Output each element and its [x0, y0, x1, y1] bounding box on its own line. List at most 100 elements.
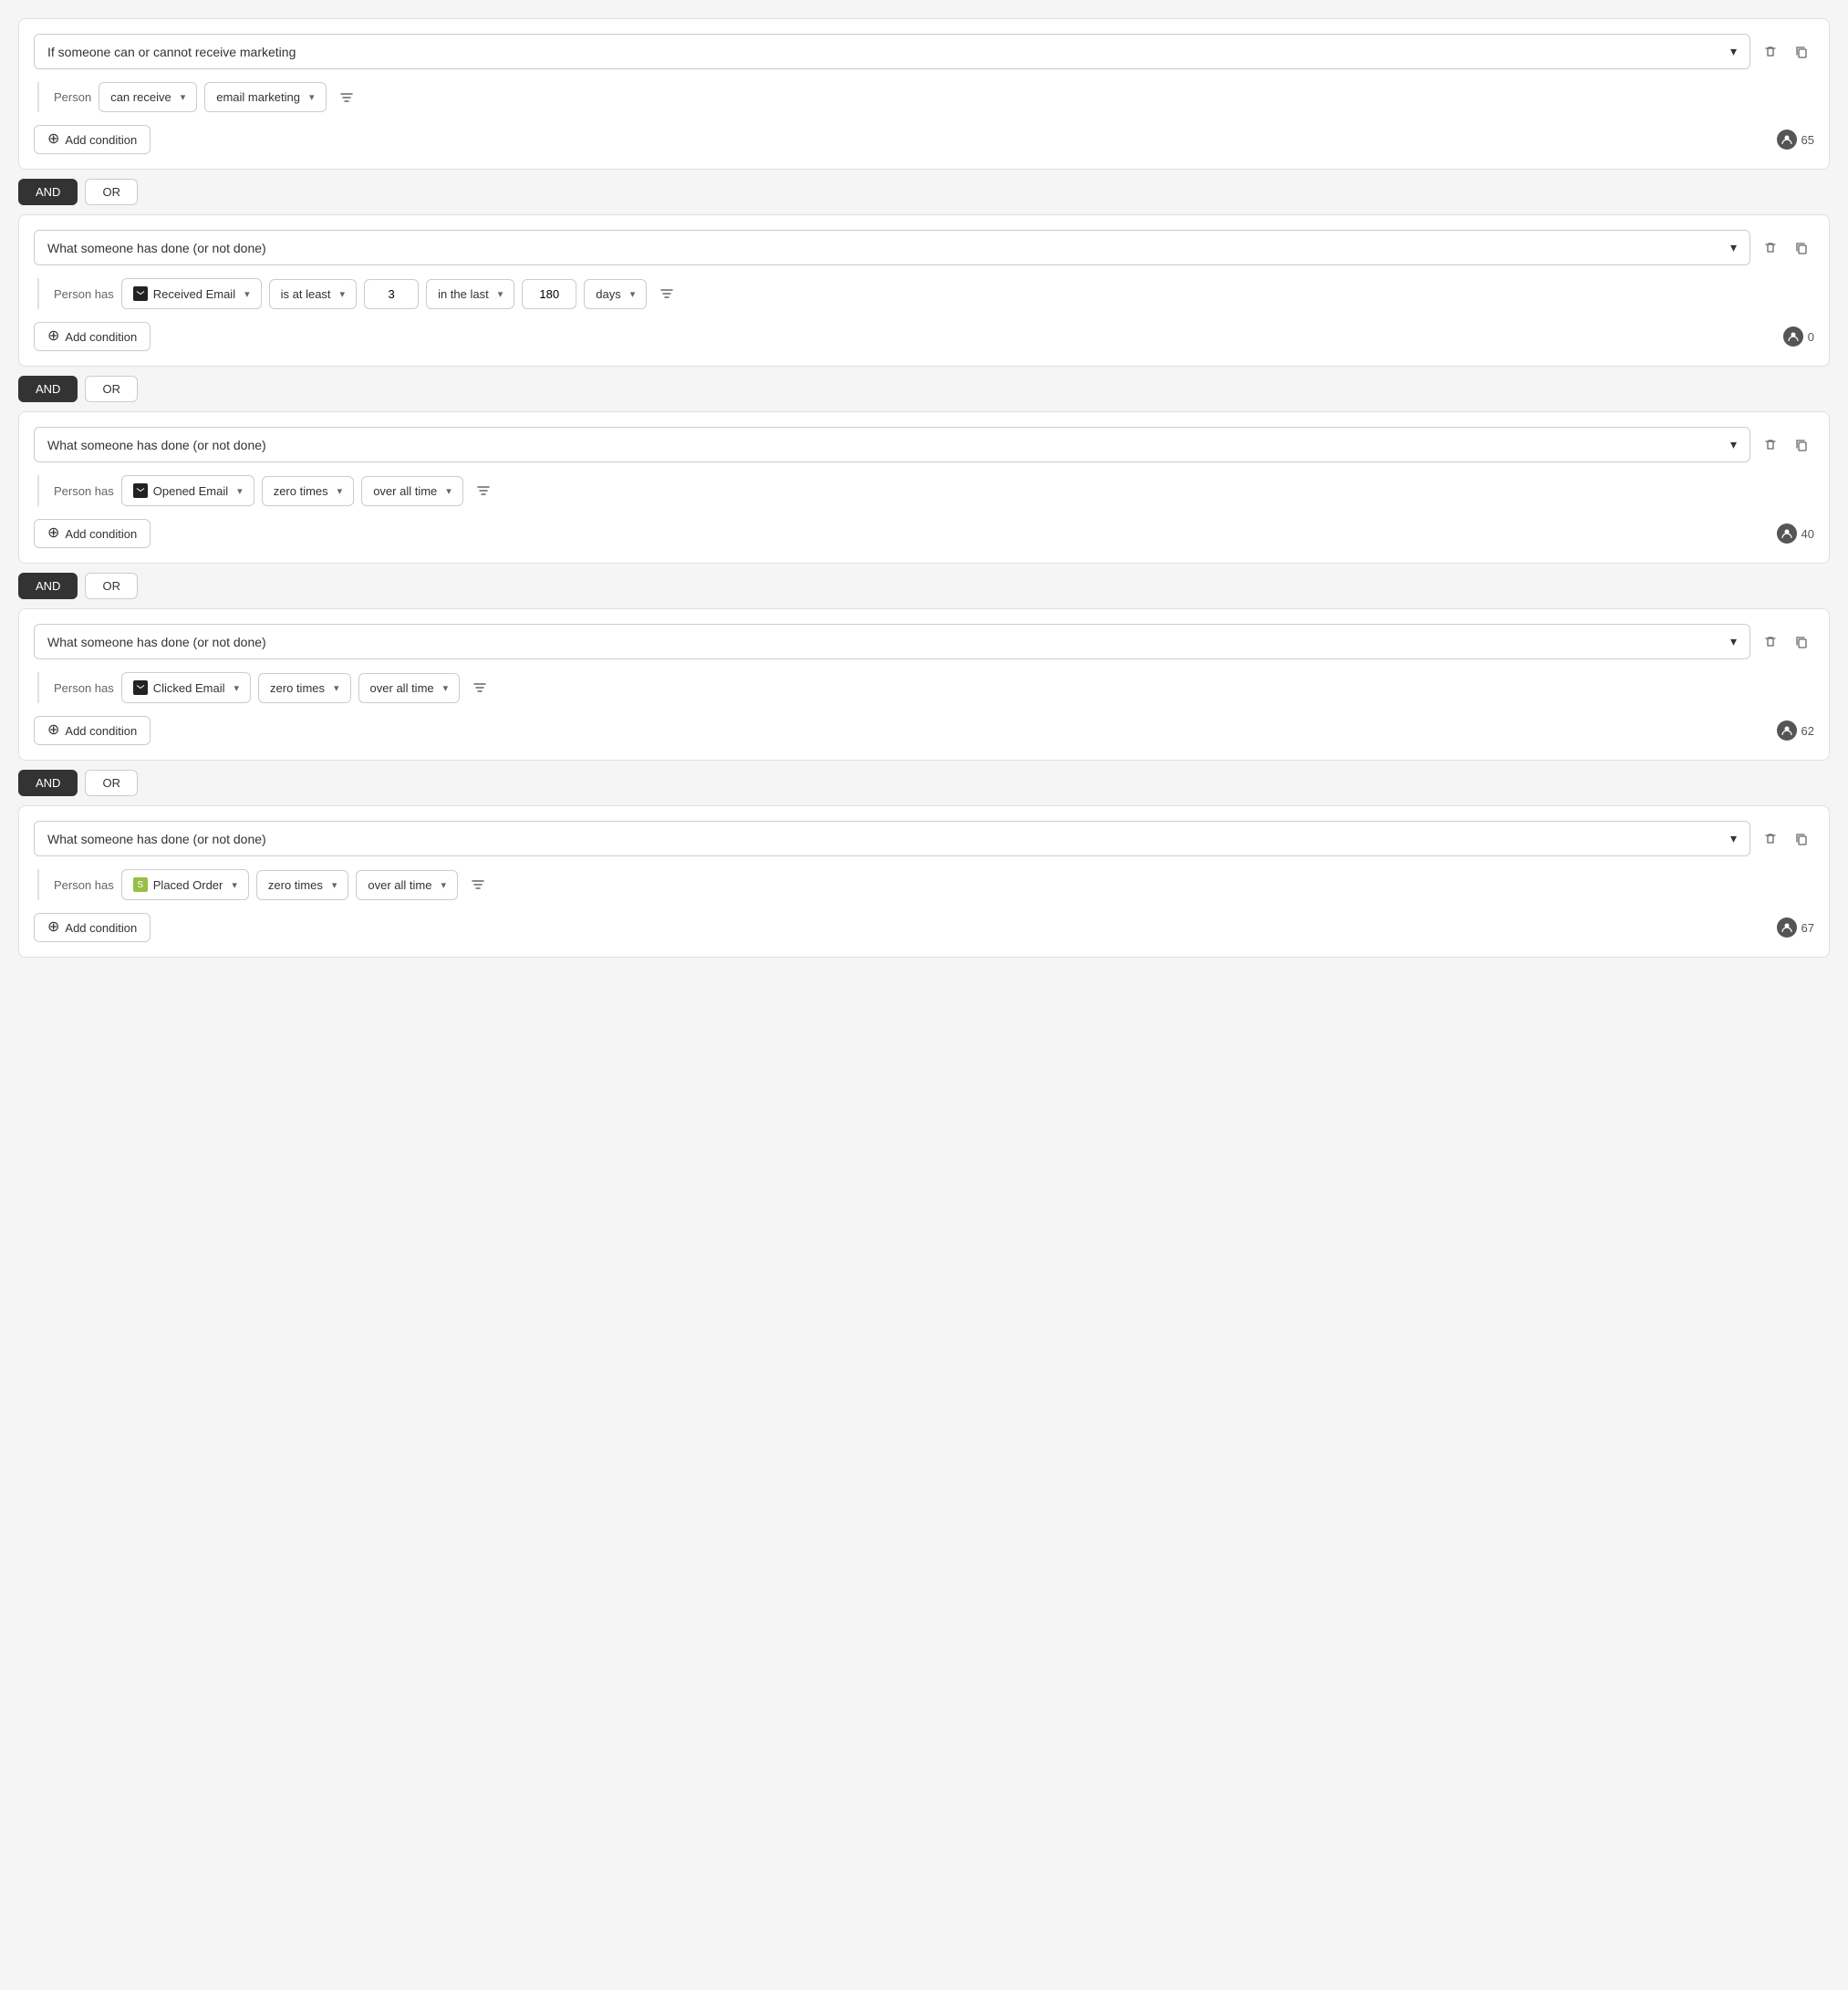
logic-separator: AND OR: [18, 770, 1830, 796]
count-badge: 65: [1777, 130, 1814, 150]
filter-button[interactable]: [654, 283, 680, 305]
condition-header: What someone has done (or not done)▾: [34, 427, 1814, 462]
filter-button[interactable]: [465, 874, 491, 896]
field-select[interactable]: in the last▾: [426, 279, 514, 309]
field-select[interactable]: Opened Email▾: [121, 475, 254, 506]
condition-type-select[interactable]: What someone has done (or not done) ▾: [34, 230, 1750, 265]
field-select[interactable]: over all time▾: [356, 870, 458, 900]
field-select[interactable]: zero times▾: [258, 673, 351, 703]
email-icon: [133, 286, 148, 301]
or-button[interactable]: OR: [85, 179, 138, 205]
field-select[interactable]: Clicked Email ▾: [121, 672, 251, 703]
chevron-down-icon: ▾: [1730, 240, 1737, 255]
block-footer: ⊕Add condition 62: [34, 716, 1814, 745]
plus-icon: ⊕: [47, 920, 59, 935]
condition-row: Person hasOpened Email▾zero times▾over a…: [37, 475, 1814, 506]
count-badge: 67: [1777, 917, 1814, 938]
filter-button[interactable]: [467, 677, 493, 699]
and-button[interactable]: AND: [18, 573, 78, 599]
condition-actions: [1758, 828, 1814, 850]
select-value: can receive: [110, 90, 171, 104]
condition-block: What someone has done (or not done) ▾ Per…: [18, 214, 1830, 367]
chevron-down-icon: ▾: [234, 682, 240, 694]
plus-icon: ⊕: [47, 723, 59, 738]
condition-type-label: If someone can or cannot receive marketi…: [47, 45, 296, 59]
delete-button[interactable]: [1758, 434, 1783, 456]
block-footer: ⊕Add condition 67: [34, 913, 1814, 942]
condition-block: What someone has done (or not done)▾ Per…: [18, 608, 1830, 761]
chevron-down-icon: ▾: [334, 682, 339, 694]
condition-type-select[interactable]: If someone can or cannot receive marketi…: [34, 34, 1750, 69]
condition-type-label: What someone has done (or not done): [47, 832, 266, 846]
copy-button[interactable]: [1789, 237, 1814, 259]
or-button[interactable]: OR: [85, 573, 138, 599]
add-condition-button[interactable]: ⊕Add condition: [34, 716, 151, 745]
email-icon: [133, 680, 148, 695]
count-value: 40: [1801, 527, 1814, 541]
chevron-down-icon: ▾: [309, 91, 315, 103]
add-condition-button[interactable]: ⊕Add condition: [34, 125, 151, 154]
plus-icon: ⊕: [47, 526, 59, 541]
condition-type-select[interactable]: What someone has done (or not done)▾: [34, 624, 1750, 659]
delete-button[interactable]: [1758, 237, 1783, 259]
field-input[interactable]: [522, 279, 576, 309]
add-condition-button[interactable]: ⊕Add condition: [34, 913, 151, 942]
field-select[interactable]: can receive ▾: [99, 82, 197, 112]
condition-actions: [1758, 631, 1814, 653]
field-select[interactable]: is at least▾: [269, 279, 357, 309]
select-value: email marketing: [216, 90, 300, 104]
copy-button[interactable]: [1789, 631, 1814, 653]
condition-header: If someone can or cannot receive marketi…: [34, 34, 1814, 69]
add-condition-button[interactable]: ⊕Add condition: [34, 519, 151, 548]
field-select[interactable]: zero times▾: [256, 870, 349, 900]
condition-header: What someone has done (or not done)▾: [34, 821, 1814, 856]
field-select[interactable]: days▾: [584, 279, 647, 309]
field-input[interactable]: [364, 279, 419, 309]
or-button[interactable]: OR: [85, 376, 138, 402]
filter-button[interactable]: [334, 87, 359, 109]
field-select[interactable]: over all time▾: [361, 476, 463, 506]
chevron-down-icon: ▾: [181, 91, 186, 103]
row-label: Person has: [54, 681, 114, 695]
or-button[interactable]: OR: [85, 770, 138, 796]
copy-button[interactable]: [1789, 828, 1814, 850]
copy-button[interactable]: [1789, 41, 1814, 63]
field-select[interactable]: email marketing ▾: [204, 82, 326, 112]
filter-button[interactable]: [471, 480, 496, 502]
delete-button[interactable]: [1758, 41, 1783, 63]
field-select[interactable]: SPlaced Order▾: [121, 869, 249, 900]
condition-row: Person hasClicked Email▾zero times▾over …: [37, 672, 1814, 703]
count-value: 67: [1801, 921, 1814, 935]
select-value: zero times: [274, 484, 328, 498]
condition-type-select[interactable]: What someone has done (or not done)▾: [34, 427, 1750, 462]
chevron-down-icon: ▾: [1730, 634, 1737, 649]
condition-type-select[interactable]: What someone has done (or not done)▾: [34, 821, 1750, 856]
select-value: is at least: [281, 287, 331, 301]
condition-header: What someone has done (or not done)▾: [34, 624, 1814, 659]
chevron-down-icon: ▾: [1730, 44, 1737, 59]
delete-button[interactable]: [1758, 828, 1783, 850]
person-icon: [1777, 130, 1797, 150]
condition-type-label: What someone has done (or not done): [47, 438, 266, 452]
delete-button[interactable]: [1758, 631, 1783, 653]
field-select[interactable]: zero times▾: [262, 476, 355, 506]
and-button[interactable]: AND: [18, 770, 78, 796]
select-value: Received Email: [153, 287, 235, 301]
select-value: over all time: [370, 681, 434, 695]
condition-block: What someone has done (or not done)▾ Per…: [18, 805, 1830, 958]
logic-separator: AND OR: [18, 376, 1830, 402]
condition-type-label: What someone has done (or not done): [47, 241, 266, 255]
and-button[interactable]: AND: [18, 376, 78, 402]
add-condition-button[interactable]: ⊕Add condition: [34, 322, 151, 351]
shopify-icon: S: [133, 877, 148, 892]
and-button[interactable]: AND: [18, 179, 78, 205]
field-select[interactable]: Received Email ▾: [121, 278, 262, 309]
row-label: Person: [54, 90, 91, 104]
select-value: Clicked Email: [153, 681, 225, 695]
row-label: Person has: [54, 287, 114, 301]
count-value: 62: [1801, 724, 1814, 738]
copy-button[interactable]: [1789, 434, 1814, 456]
person-icon: [1783, 326, 1803, 347]
field-select[interactable]: over all time▾: [358, 673, 461, 703]
chevron-down-icon: ▾: [244, 288, 250, 300]
